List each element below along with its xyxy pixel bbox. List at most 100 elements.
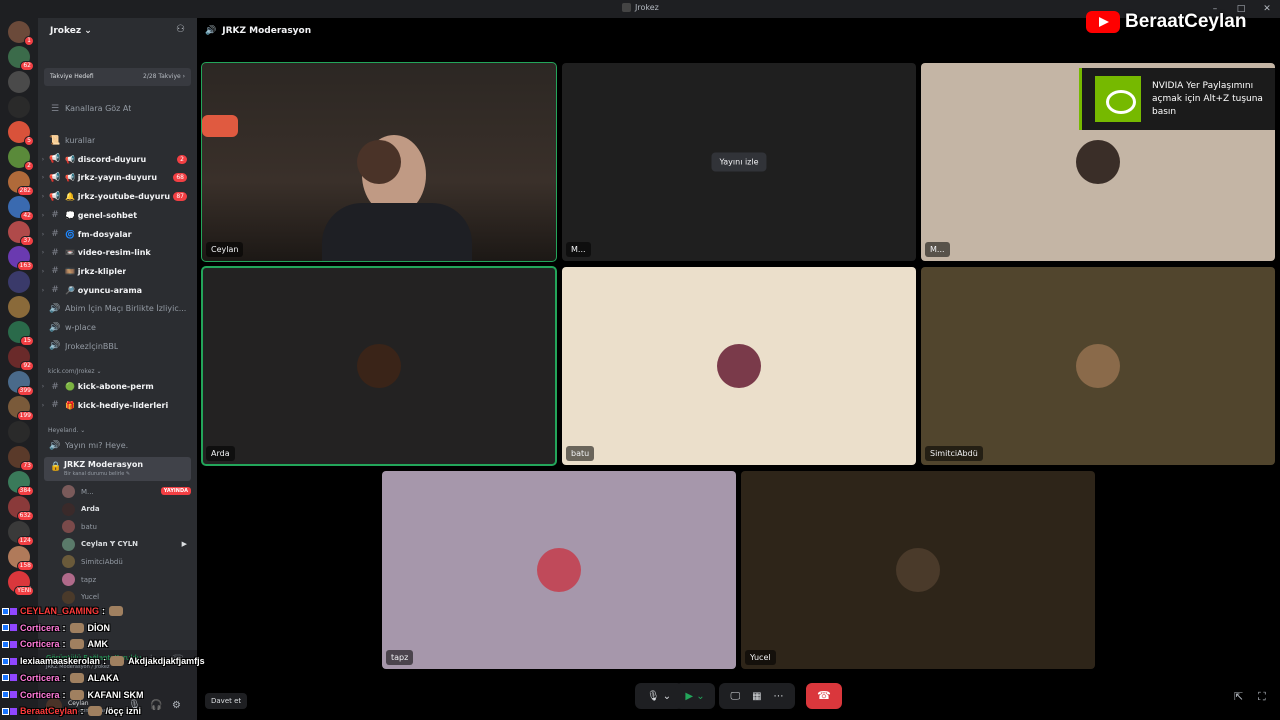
server-icon[interactable]: 62 <box>8 46 34 71</box>
channel-label: 📼 video-resim-link <box>65 248 151 258</box>
server-icon[interactable] <box>8 71 30 93</box>
participant-tile[interactable]: Ceylan <box>201 62 557 262</box>
channel-item[interactable]: › # 🟢 kick-abone-perm <box>38 378 197 395</box>
voice-user[interactable]: Arda <box>62 501 191 518</box>
mention-badge: 73 <box>20 461 34 471</box>
server-icon[interactable] <box>8 96 30 118</box>
chat-user: BeraatCeylan <box>20 706 78 717</box>
mention-badge: 15 <box>20 336 34 346</box>
voice-channel-prev[interactable]: 🔊 Yayın mı? Heye. <box>38 437 197 454</box>
lock-icon: 🔒 <box>50 462 62 472</box>
chevron-right-icon: › <box>41 174 45 182</box>
channel-item[interactable]: 🔊 JrokezİçinBBL <box>38 338 197 355</box>
badge-icon <box>2 624 9 632</box>
nvidia-logo-icon <box>1095 76 1141 122</box>
watch-stream-button[interactable]: Yayını izle <box>711 152 767 172</box>
unread-badge: 68 <box>173 173 187 183</box>
youtube-channel-name: BeraatCeylan <box>1125 11 1247 32</box>
channel-item[interactable]: › # 🎞️ jrkz-klipler <box>38 263 197 280</box>
category-heyeland[interactable]: Heyeland. ⌄ <box>48 427 85 434</box>
server-icon[interactable] <box>8 421 30 443</box>
nvidia-overlay-toast[interactable]: NVIDIA Yer Paylaşımını açmak için Alt+Z … <box>1079 68 1275 130</box>
voice-user[interactable]: SimitciAbdü <box>62 553 191 570</box>
channel-item[interactable]: › # 🎁 kick-hediye-liderleri <box>38 397 197 414</box>
camera-button[interactable]: ▶ ⌄ <box>675 683 715 709</box>
popout-icon[interactable]: ⇱ <box>1234 690 1243 703</box>
server-icon[interactable]: 632 <box>8 496 34 521</box>
gear-icon[interactable]: ⚙ <box>172 700 181 711</box>
channel-item[interactable]: › 📢 🔔 jrkz-youtube-duyuru 87 <box>38 188 197 205</box>
channel-item[interactable]: › # 🔎 oyuncu-arama <box>38 282 197 299</box>
participant-tile[interactable]: Yucel <box>741 471 1095 669</box>
headphones-icon[interactable]: 🎧 <box>150 700 162 711</box>
server-icon[interactable]: 92 <box>8 346 34 371</box>
channel-item[interactable]: › 📢 📢 jrkz-yayın-duyuru 68 <box>38 169 197 186</box>
chat-user: Corticera <box>20 689 60 700</box>
server-icon[interactable]: 399 <box>8 371 34 396</box>
boost-goal[interactable]: Takviye Hedefi 2/28 Takviye › <box>44 68 191 86</box>
add-member-icon[interactable]: ⚇ <box>176 24 185 35</box>
voice-user[interactable]: Ceylan Ɏ CYLN ▶ <box>62 536 191 553</box>
channel-item[interactable]: 🔊 w-place <box>38 319 197 336</box>
server-icon[interactable]: 158 <box>8 546 34 571</box>
server-icon[interactable]: 5 <box>8 121 34 146</box>
channel-item[interactable]: 🔊 Abim İçin Maçı Birlikte İzliyic... <box>38 300 197 317</box>
screen-share-icon[interactable]: 🖵 <box>730 691 740 702</box>
activities-icon[interactable]: ▦ <box>752 691 761 702</box>
channel-type-icon: 🔊 <box>49 341 61 352</box>
participant-tile[interactable]: batu <box>562 267 916 465</box>
browse-channels[interactable]: ☰ Kanallara Göz At <box>38 100 197 117</box>
server-icon[interactable]: 15 <box>8 321 34 346</box>
voice-channel-active[interactable]: 🔒 JRKZ Moderasyon Bir kanal durumu belir… <box>44 457 191 481</box>
server-icon[interactable]: 163 <box>8 246 34 271</box>
channel-type-icon: # <box>51 229 59 239</box>
invite-button[interactable]: Davet et <box>205 693 248 709</box>
emote-icon <box>69 689 84 700</box>
voice-user-name: batu <box>81 522 97 531</box>
chevron-right-icon: › <box>41 211 45 219</box>
server-icon[interactable]: 1 <box>8 21 34 46</box>
avatar <box>537 548 581 592</box>
voice-user-name: Arda <box>81 505 100 514</box>
server-icon[interactable]: 2 <box>8 146 34 171</box>
voice-user[interactable]: tapz <box>62 571 191 588</box>
channel-item[interactable]: › # 📼 video-resim-link <box>38 244 197 261</box>
server-icon[interactable]: 37 <box>8 221 34 246</box>
server-header[interactable]: Jrokez ⌄ ⚇ <box>38 18 197 44</box>
server-icon[interactable]: 199 <box>8 396 34 421</box>
channel-item[interactable]: › # 💭 genel-sohbet <box>38 207 197 224</box>
browse-channels-label: Kanallara Göz At <box>65 104 132 113</box>
participant-tile[interactable]: SimitciAbdü <box>921 267 1275 465</box>
lamp <box>202 115 238 137</box>
channel-label: 💭 genel-sohbet <box>65 210 138 220</box>
participant-tile[interactable]: tapz <box>382 471 736 669</box>
chevron-right-icon: › <box>41 267 45 275</box>
server-icon[interactable]: YENİ <box>8 571 34 596</box>
camera-icon: ▶ ⌄ <box>685 690 705 702</box>
more-icon[interactable]: ⋯ <box>774 691 784 702</box>
participant-tile[interactable]: Arda <box>201 266 557 466</box>
server-icon[interactable] <box>8 271 30 293</box>
voice-user[interactable]: Yucel <box>62 589 191 606</box>
fullscreen-icon[interactable]: ⛶ <box>1258 690 1266 704</box>
disconnect-button[interactable]: ☎ <box>806 683 842 709</box>
chat-text: Akdjakdjakfjamfjs <box>128 656 205 667</box>
server-icon[interactable]: 42 <box>8 196 34 221</box>
voice-user[interactable]: batu <box>62 518 191 535</box>
voice-channel-status[interactable]: Bir kanal durumu belirle ✎ <box>64 471 130 477</box>
channel-item[interactable]: › # 🌀 fm-dosyalar <box>38 226 197 243</box>
channel-item[interactable]: › 📢 📢 discord-duyuru 2 <box>38 151 197 168</box>
window-title-text: Jrokez <box>635 3 659 12</box>
server-icon[interactable] <box>8 296 30 318</box>
participant-tile[interactable]: Yayını izle M... <box>562 63 916 261</box>
category-kick[interactable]: kick.com/Jrokez ⌄ <box>48 368 101 375</box>
voice-user[interactable]: M... YAYINDA <box>62 483 191 500</box>
speaker-icon: 🔊 <box>49 440 61 451</box>
server-icon[interactable]: 124 <box>8 521 34 546</box>
mention-badge: 399 <box>16 386 34 396</box>
server-icon[interactable]: 384 <box>8 471 34 496</box>
close-button[interactable]: ✕ <box>1254 0 1280 18</box>
server-icon[interactable]: 73 <box>8 446 34 471</box>
channel-item[interactable]: 📜 kurallar <box>38 132 197 149</box>
server-icon[interactable]: 282 <box>8 171 34 196</box>
